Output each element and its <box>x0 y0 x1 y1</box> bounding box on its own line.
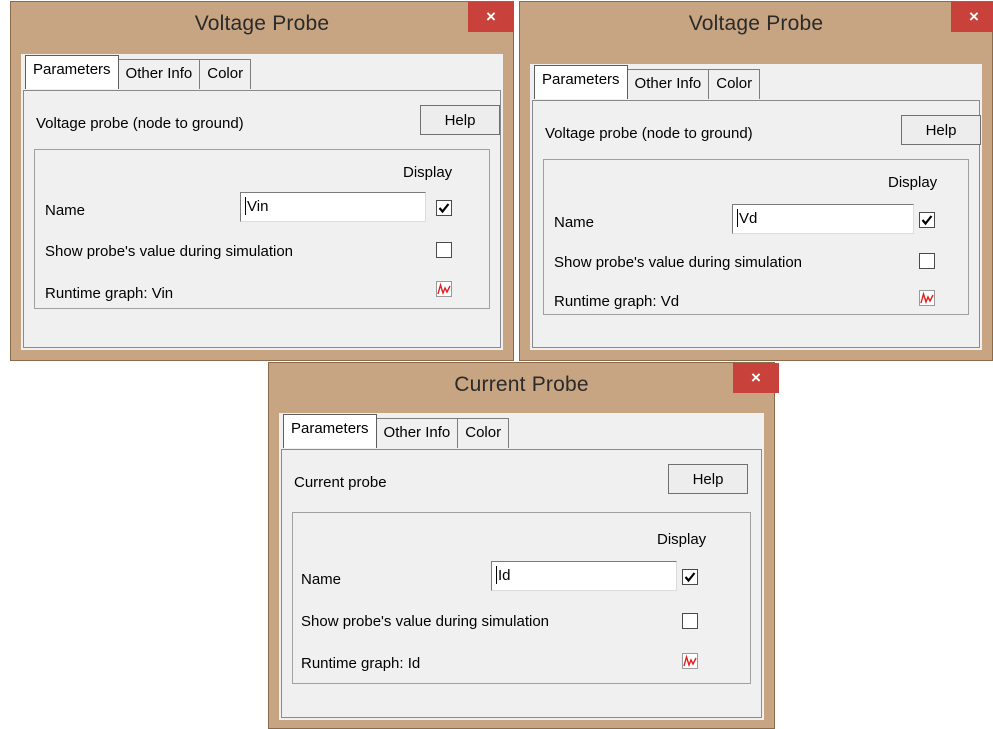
current-probe-dialog-id: Current Probe × Parameters Other Info Co… <box>268 362 779 729</box>
display-column-label: Display <box>403 164 453 181</box>
show-value-checkbox[interactable] <box>436 242 452 258</box>
close-icon: × <box>486 7 496 26</box>
close-button[interactable]: × <box>733 363 779 393</box>
display-name-checkbox[interactable] <box>682 569 698 585</box>
text-cursor <box>496 566 497 585</box>
show-value-label: Show probe's value during simulation <box>554 254 803 271</box>
show-value-label: Show probe's value during simulation <box>301 613 550 630</box>
waveform-icon <box>683 654 697 668</box>
waveform-icon <box>437 282 451 296</box>
text-cursor <box>245 197 246 216</box>
display-name-checkbox[interactable] <box>919 212 935 228</box>
close-button[interactable]: × <box>951 2 993 32</box>
tab-parameters[interactable]: Parameters <box>283 414 377 448</box>
tab-strip: Parameters Other Info Color <box>25 55 252 89</box>
name-input[interactable]: Vd <box>732 204 914 234</box>
parameters-panel: Voltage probe (node to ground) Help Disp… <box>532 100 981 348</box>
tab-parameters[interactable]: Parameters <box>25 55 119 89</box>
voltage-probe-dialog-vin: Voltage Probe × Parameters Other Info Co… <box>10 1 514 361</box>
dialog-title: Voltage Probe <box>194 12 330 35</box>
name-label: Name <box>45 202 86 219</box>
tab-other-info[interactable]: Other Info <box>117 59 201 89</box>
dialog-client-area: Parameters Other Info Color Voltage prob… <box>21 54 503 350</box>
checkmark-icon <box>684 572 696 583</box>
display-column-label: Display <box>657 531 707 548</box>
probe-settings-group: Display Name Id Show probe's value durin… <box>292 512 751 684</box>
help-button[interactable]: Help <box>668 464 748 494</box>
close-icon: × <box>969 7 979 26</box>
probe-settings-group: Display Name Vin Show probe's value duri… <box>34 149 490 309</box>
title-bar[interactable]: Current Probe × <box>269 363 779 415</box>
close-icon: × <box>751 368 761 387</box>
tab-strip: Parameters Other Info Color <box>283 414 510 448</box>
tab-other-info[interactable]: Other Info <box>375 418 459 448</box>
help-button[interactable]: Help <box>420 105 500 135</box>
help-button[interactable]: Help <box>901 115 981 145</box>
probe-settings-group: Display Name Vd Show probe's value durin… <box>543 159 969 315</box>
runtime-graph-icon[interactable] <box>436 281 452 297</box>
show-value-checkbox[interactable] <box>919 253 935 269</box>
probe-description: Current probe <box>294 474 387 491</box>
dialog-title: Voltage Probe <box>688 12 824 35</box>
display-column-label: Display <box>888 174 938 191</box>
probe-description: Voltage probe (node to ground) <box>545 125 753 142</box>
name-input[interactable]: Id <box>491 561 677 591</box>
checkmark-icon <box>921 215 933 226</box>
checkmark-icon <box>438 203 450 214</box>
show-value-label: Show probe's value during simulation <box>45 243 294 260</box>
parameters-panel: Voltage probe (node to ground) Help Disp… <box>23 90 501 348</box>
runtime-graph-label: Runtime graph: Id <box>301 655 421 672</box>
waveform-icon <box>920 291 934 305</box>
tab-other-info[interactable]: Other Info <box>626 69 710 99</box>
name-label: Name <box>554 214 595 231</box>
name-input-value: Vin <box>247 198 269 215</box>
show-value-checkbox[interactable] <box>682 613 698 629</box>
title-bar[interactable]: Voltage Probe × <box>11 2 514 54</box>
text-cursor <box>737 209 738 228</box>
runtime-graph-label: Runtime graph: Vin <box>45 285 174 302</box>
close-button[interactable]: × <box>468 2 514 32</box>
tab-strip: Parameters Other Info Color <box>534 65 761 99</box>
runtime-graph-label: Runtime graph: Vd <box>554 293 680 310</box>
tab-parameters[interactable]: Parameters <box>534 65 628 99</box>
tab-color[interactable]: Color <box>457 418 510 448</box>
runtime-graph-icon[interactable] <box>682 653 698 669</box>
dialog-client-area: Parameters Other Info Color Voltage prob… <box>530 64 982 350</box>
voltage-probe-dialog-vd: Voltage Probe × Parameters Other Info Co… <box>519 1 993 361</box>
display-name-checkbox[interactable] <box>436 200 452 216</box>
name-input-value: Vd <box>739 210 758 227</box>
name-input-value: Id <box>498 567 511 584</box>
dialog-title: Current Probe <box>454 373 589 396</box>
title-bar[interactable]: Voltage Probe × <box>520 2 993 54</box>
runtime-graph-icon[interactable] <box>919 290 935 306</box>
tab-color[interactable]: Color <box>708 69 761 99</box>
probe-description: Voltage probe (node to ground) <box>36 115 244 132</box>
name-label: Name <box>301 571 342 588</box>
tab-color[interactable]: Color <box>199 59 252 89</box>
name-input[interactable]: Vin <box>240 192 426 222</box>
dialog-client-area: Parameters Other Info Color Current prob… <box>279 413 764 720</box>
parameters-panel: Current probe Help Display Name Id Show … <box>281 449 762 718</box>
